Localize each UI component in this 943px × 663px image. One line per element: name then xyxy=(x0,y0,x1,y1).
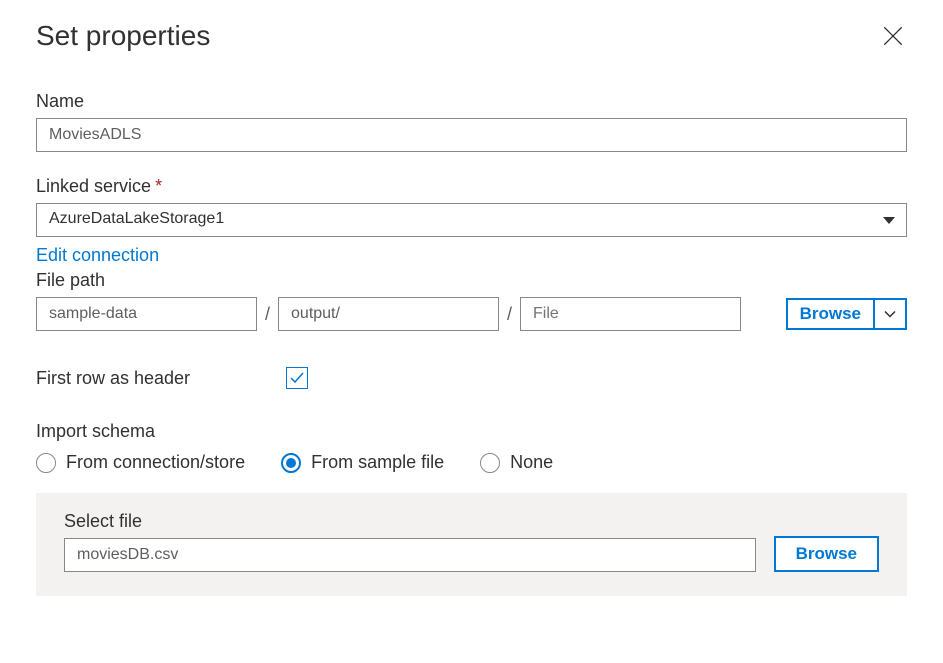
radio-label: From sample file xyxy=(311,452,444,473)
select-file-input[interactable] xyxy=(64,538,756,572)
name-input[interactable] xyxy=(36,118,907,152)
radio-label: None xyxy=(510,452,553,473)
file-path-file-input[interactable] xyxy=(520,297,741,331)
close-icon xyxy=(883,26,903,46)
select-file-label: Select file xyxy=(64,511,756,532)
page-title: Set properties xyxy=(36,20,210,52)
linked-service-select[interactable]: AzureDataLakeStorage1 xyxy=(36,203,907,237)
browse-button[interactable]: Browse xyxy=(786,298,875,330)
radio-icon xyxy=(281,453,301,473)
browse-dropdown-button[interactable] xyxy=(875,298,907,330)
first-row-header-label: First row as header xyxy=(36,368,286,389)
radio-from-connection[interactable]: From connection/store xyxy=(36,452,245,473)
file-path-container-input[interactable] xyxy=(36,297,257,331)
radio-icon xyxy=(36,453,56,473)
path-separator: / xyxy=(265,304,270,325)
file-path-label: File path xyxy=(36,270,907,291)
file-path-directory-input[interactable] xyxy=(278,297,499,331)
radio-none[interactable]: None xyxy=(480,452,553,473)
close-button[interactable] xyxy=(879,22,907,55)
name-label: Name xyxy=(36,91,907,112)
sample-browse-button[interactable]: Browse xyxy=(774,536,879,572)
path-separator: / xyxy=(507,304,512,325)
checkmark-icon xyxy=(289,370,305,386)
sample-file-panel: Select file Browse xyxy=(36,493,907,596)
radio-icon xyxy=(480,453,500,473)
chevron-down-icon xyxy=(884,310,896,318)
required-indicator: * xyxy=(155,176,162,196)
radio-from-sample-file[interactable]: From sample file xyxy=(281,452,444,473)
import-schema-label: Import schema xyxy=(36,421,907,442)
first-row-header-checkbox[interactable] xyxy=(286,367,308,389)
edit-connection-link[interactable]: Edit connection xyxy=(36,245,159,266)
radio-label: From connection/store xyxy=(66,452,245,473)
linked-service-label: Linked service* xyxy=(36,176,907,197)
